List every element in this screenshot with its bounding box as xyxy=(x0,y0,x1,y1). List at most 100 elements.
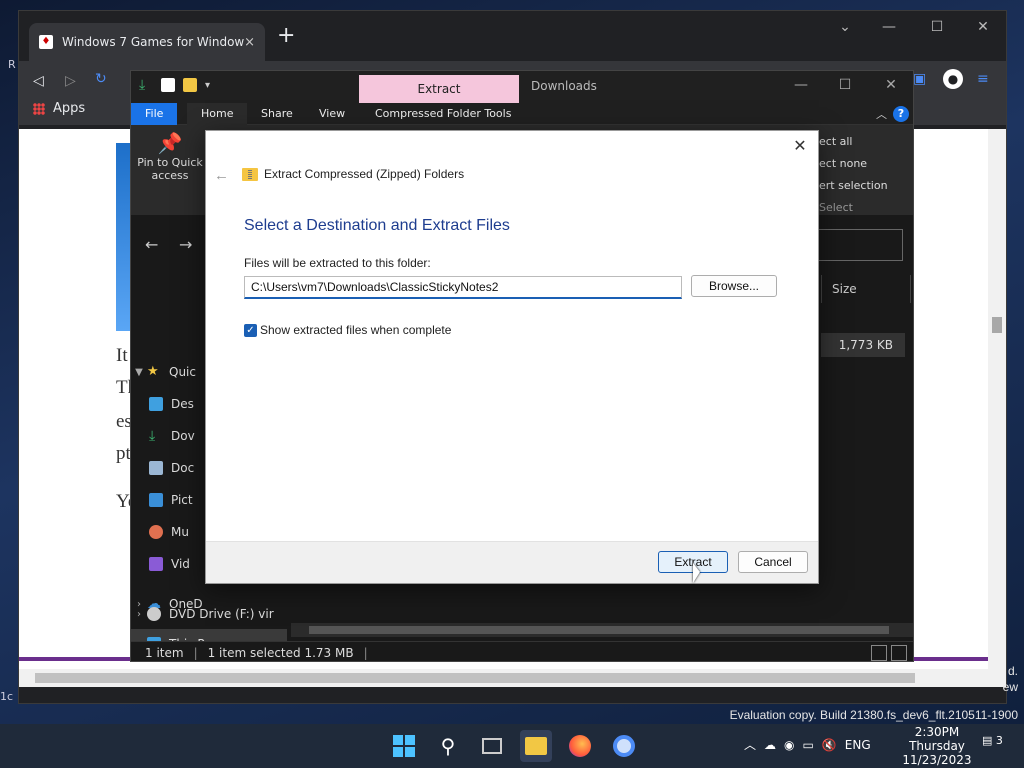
tree-item-dvd-drive[interactable]: › DVD Drive (F:) vir xyxy=(131,599,287,629)
file-row-size[interactable]: 1,773 KB xyxy=(821,333,905,357)
view-switcher xyxy=(871,645,907,661)
maximize-icon[interactable]: ☐ xyxy=(835,77,855,93)
download-icon[interactable]: ⤓ xyxy=(139,78,153,92)
horizontal-scrollbar[interactable] xyxy=(291,623,913,637)
clock-day: Thursday xyxy=(909,739,965,753)
column-header-size[interactable]: Size xyxy=(821,275,911,303)
dialog-header-text: Extract Compressed (Zipped) Folders xyxy=(264,167,465,181)
select-none-button[interactable]: ect none xyxy=(819,153,888,175)
properties-icon[interactable] xyxy=(161,78,175,92)
notification-icon: ▤ xyxy=(982,734,993,747)
search-button[interactable]: ⚲ xyxy=(432,730,464,762)
dialog-header: Extract Compressed (Zipped) Folders xyxy=(242,167,464,181)
disc-icon xyxy=(147,607,161,621)
start-button[interactable] xyxy=(388,730,420,762)
tab-extract[interactable]: Extract xyxy=(359,75,519,103)
tab-home[interactable]: Home xyxy=(187,103,248,125)
chevron-down-icon[interactable]: ⌄ xyxy=(835,19,855,35)
tab-compressed-folder-tools[interactable]: Compressed Folder Tools xyxy=(361,103,525,125)
details-view-icon[interactable] xyxy=(871,645,887,661)
checkbox-checked-icon[interactable]: ✓ xyxy=(244,323,257,337)
show-files-checkbox-row[interactable]: ✓ Show extracted files when complete xyxy=(244,323,451,337)
video-icon xyxy=(149,557,163,571)
close-icon[interactable]: ✕ xyxy=(790,137,810,157)
large-icons-view-icon[interactable] xyxy=(891,645,907,661)
tab-view[interactable]: View xyxy=(305,103,359,125)
back-icon[interactable]: ← xyxy=(145,235,158,254)
clock[interactable]: 2:30PM Thursday 11/23/2023 xyxy=(902,724,972,767)
chevron-up-icon[interactable]: ︿ xyxy=(876,106,887,122)
windows-logo-icon xyxy=(393,735,415,757)
chevron-right-icon[interactable]: › xyxy=(131,609,147,620)
close-icon[interactable]: × xyxy=(244,35,255,50)
destination-path-input[interactable] xyxy=(244,276,682,299)
scrollbar-thumb[interactable] xyxy=(309,626,889,634)
close-icon[interactable]: ✕ xyxy=(881,77,901,93)
cards-icon: ♦ xyxy=(39,35,53,49)
dialog-title: Select a Destination and Extract Files xyxy=(244,217,510,234)
close-icon[interactable]: ✕ xyxy=(973,19,993,35)
chevron-down-icon[interactable]: ▾ xyxy=(205,80,210,91)
search-input[interactable] xyxy=(817,229,903,261)
firefox-taskbar-button[interactable] xyxy=(564,730,596,762)
notification-button[interactable]: ▤ 3 xyxy=(982,734,1006,754)
pin-icon: 📌 xyxy=(157,131,183,155)
dialog-footer: Extract Cancel xyxy=(206,541,818,583)
star-icon: ★ xyxy=(147,364,159,379)
profile-icon[interactable]: ● xyxy=(943,69,963,89)
select-group: ect all ect none ert selection Select xyxy=(819,131,888,219)
apps-label: Apps xyxy=(53,101,86,116)
watermark-fragment: ew xyxy=(1002,680,1018,694)
browse-button[interactable]: Browse... xyxy=(691,275,777,297)
picture-icon xyxy=(149,493,163,507)
cancel-button[interactable]: Cancel xyxy=(738,551,808,573)
browser-tab[interactable]: ♦ Windows 7 Games for Windows × xyxy=(29,23,265,61)
volume-muted-icon[interactable]: 🔇 xyxy=(822,738,837,752)
taskbar: ⚲ ︿ ☁ ◉ ▭ 🔇 ENG 2:30PM Thursday 11/23/20… xyxy=(0,724,1024,768)
forward-icon[interactable]: ▷ xyxy=(65,73,76,89)
task-view-button[interactable] xyxy=(476,730,508,762)
chevron-down-icon[interactable]: ▼ xyxy=(131,367,147,378)
cloud-icon[interactable]: ☁ xyxy=(764,738,776,752)
help-icon[interactable]: ? xyxy=(893,106,909,122)
minimize-icon[interactable]: — xyxy=(879,19,899,35)
invert-selection-button[interactable]: ert selection xyxy=(819,175,888,197)
tab-share[interactable]: Share xyxy=(247,103,307,125)
pin-to-quick-access-button[interactable]: 📌 Pin to Quick access xyxy=(137,131,203,182)
folder-icon[interactable] xyxy=(183,78,197,92)
tab-title: Windows 7 Games for Windows xyxy=(62,35,245,49)
back-icon[interactable]: ← xyxy=(214,167,229,184)
back-icon[interactable]: ◁ xyxy=(33,73,44,89)
menu-icon[interactable]: ≡ xyxy=(977,71,989,87)
apps-shortcut[interactable]: Apps xyxy=(33,101,85,116)
maximize-icon[interactable]: ☐ xyxy=(927,19,947,35)
browser-tabbar: ♦ Windows 7 Games for Windows × + ⌄ — ☐ … xyxy=(19,11,1006,61)
explorer-titlebar: ⤓ ▾ Extract Downloads — ☐ ✕ xyxy=(131,71,913,103)
scrollbar-thumb[interactable] xyxy=(992,317,1002,333)
language-indicator[interactable]: ENG xyxy=(845,738,871,752)
select-all-button[interactable]: ect all xyxy=(819,131,888,153)
tab-file[interactable]: File xyxy=(131,103,178,125)
forward-icon[interactable]: → xyxy=(179,235,192,254)
minimize-icon[interactable]: — xyxy=(791,77,811,93)
music-icon xyxy=(149,525,163,539)
search-icon: ⚲ xyxy=(440,734,456,758)
download-icon: ⤓ xyxy=(149,428,156,444)
tree-item-label: Dov xyxy=(171,429,195,443)
file-explorer-taskbar-button[interactable] xyxy=(520,730,552,762)
path-label: Files will be extracted to this folder: xyxy=(244,256,431,270)
chrome-taskbar-button[interactable] xyxy=(608,730,640,762)
sidebar-icon[interactable]: ▣ xyxy=(913,71,926,87)
pin-label: Pin to Quick access xyxy=(137,156,203,182)
new-tab-button[interactable]: + xyxy=(277,25,295,47)
tree-item-label: DVD Drive (F:) vir xyxy=(169,607,274,621)
status-separator: | xyxy=(193,645,198,660)
chevron-up-icon[interactable]: ︿ xyxy=(744,736,756,753)
mouse-cursor xyxy=(693,563,700,583)
window-title: Downloads xyxy=(531,79,597,93)
reload-icon[interactable]: ↻ xyxy=(95,71,107,87)
vertical-scrollbar[interactable] xyxy=(988,129,1006,687)
monitor-icon[interactable]: ▭ xyxy=(803,738,814,752)
desktop: R 1c ♦ Windows 7 Games for Windows × + ⌄… xyxy=(0,0,1024,724)
webcam-icon[interactable]: ◉ xyxy=(784,738,794,752)
